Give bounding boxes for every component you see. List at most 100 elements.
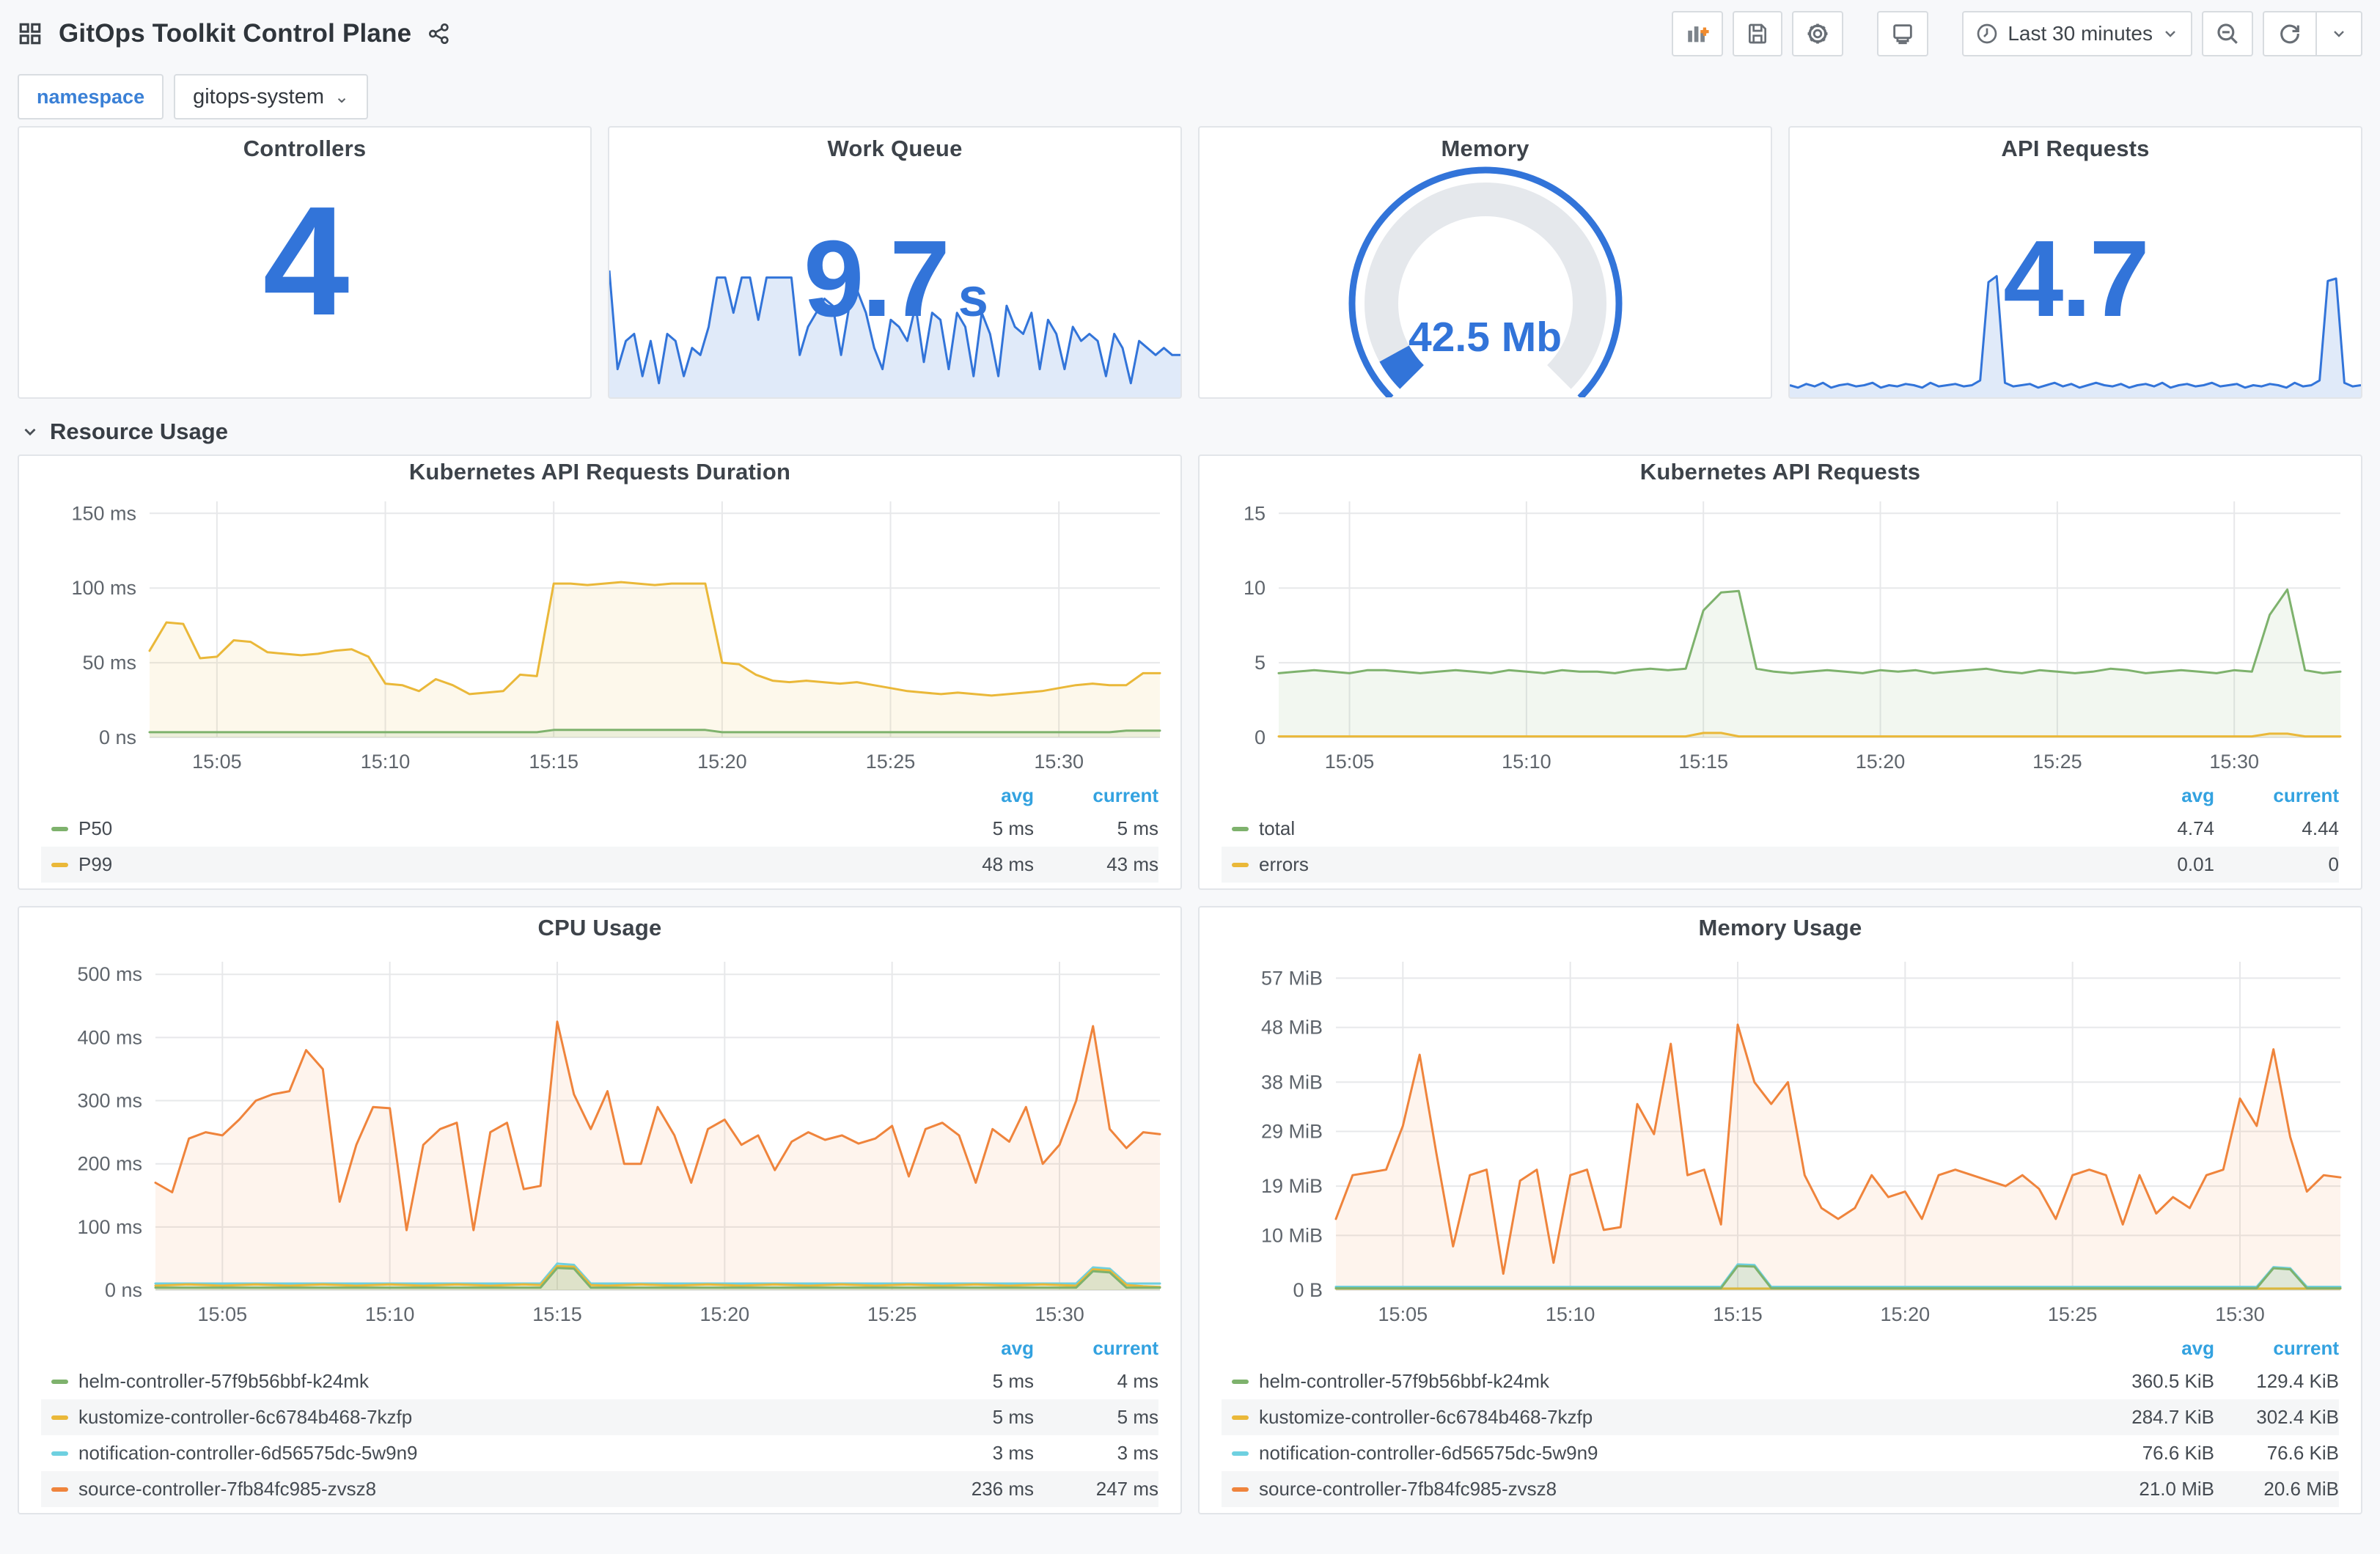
legend-col-current[interactable]: current: [1034, 1337, 1158, 1360]
svg-text:15:10: 15:10: [1546, 1303, 1595, 1325]
legend-header: avg current: [1222, 1333, 2339, 1363]
refresh-interval-dropdown[interactable]: [2315, 12, 2361, 55]
series-avg-value: 76.6 KiB: [2142, 1442, 2214, 1464]
namespace-variable-label: namespace: [18, 74, 164, 119]
series-color-dash: [51, 826, 68, 831]
series-color-dash: [1232, 1451, 1249, 1456]
svg-text:5: 5: [1255, 652, 1266, 674]
series-name[interactable]: P99: [78, 853, 112, 876]
dashboard-header: GitOps Toolkit Control Plane Last 30 min…: [0, 0, 2380, 67]
k8s-api-requests-duration-plot[interactable]: 15:05 15:10 15:15 15:20 15:25 15:30 0 ns 50 ms 1…: [19, 488, 1180, 778]
series-name[interactable]: source-controller-7fb84fc985-zvsz8: [78, 1478, 376, 1500]
svg-text:15:05: 15:05: [1325, 751, 1375, 773]
svg-text:15:05: 15:05: [198, 1303, 248, 1325]
k8s-api-requests-plot[interactable]: 15:05 15:10 15:15 15:20 15:25 15:30 0 5 10 15: [1200, 488, 2361, 778]
svg-text:15: 15: [1244, 502, 1266, 524]
svg-text:15:05: 15:05: [192, 751, 242, 773]
panel-title[interactable]: Kubernetes API Requests Duration: [19, 456, 1180, 488]
svg-text:100 ms: 100 ms: [71, 577, 136, 599]
chevron-down-icon: [2162, 25, 2179, 43]
svg-text:29 MiB: 29 MiB: [1261, 1120, 1323, 1142]
time-range-picker[interactable]: Last 30 minutes: [1962, 11, 2192, 56]
svg-text:15:20: 15:20: [1856, 751, 1906, 773]
series-avg-value: 48 ms: [982, 853, 1034, 875]
legend-row: helm-controller-57f9b56bbf-k24mk 360.5 Ki…: [1222, 1363, 2339, 1399]
series-avg-value: 284.7 KiB: [2131, 1406, 2214, 1428]
legend-row: kustomize-controller-6c6784b468-7kzfp 5 m…: [41, 1399, 1158, 1435]
series-current-value: 5 ms: [1117, 1406, 1158, 1428]
series-name[interactable]: P50: [78, 817, 112, 840]
svg-text:15:10: 15:10: [1502, 751, 1551, 773]
panel-title[interactable]: Controllers: [19, 128, 590, 170]
series-name[interactable]: kustomize-controller-6c6784b468-7kzfp: [78, 1406, 412, 1429]
clock-icon: [1975, 22, 1999, 45]
save-dashboard-button[interactable]: [1733, 11, 1783, 56]
svg-text:15:10: 15:10: [365, 1303, 415, 1325]
svg-text:15:25: 15:25: [867, 1303, 917, 1325]
cycle-view-mode-button[interactable]: [1877, 11, 1929, 56]
row-resource-usage[interactable]: Resource Usage: [0, 409, 2380, 454]
share-icon[interactable]: [427, 22, 451, 45]
legend-col-current[interactable]: current: [2214, 1337, 2339, 1360]
work-queue-value: 9.7 s: [804, 218, 988, 339]
add-panel-button[interactable]: [1672, 11, 1724, 56]
legend-col-avg[interactable]: avg: [909, 1337, 1034, 1360]
section-title: Resource Usage: [50, 419, 228, 444]
svg-text:15:25: 15:25: [2048, 1303, 2098, 1325]
series-name[interactable]: errors: [1259, 853, 1309, 876]
chevron-down-icon: [21, 422, 40, 441]
series-color-dash: [51, 862, 68, 867]
chart-legend: avg current total 4.74 4.44 errors 0.01 0: [1222, 780, 2339, 883]
svg-text:15:15: 15:15: [1678, 751, 1728, 773]
series-avg-value: 5 ms: [992, 1370, 1034, 1392]
series-color-dash: [1232, 826, 1249, 831]
dashboard-title[interactable]: GitOps Toolkit Control Plane: [59, 19, 411, 48]
legend-col-avg[interactable]: avg: [909, 784, 1034, 807]
series-avg-value: 360.5 KiB: [2131, 1370, 2214, 1392]
svg-text:100 ms: 100 ms: [77, 1216, 142, 1238]
memory-usage-plot[interactable]: 15:05 15:10 15:15 15:20 15:25 15:30 0 B 10 MiB 1…: [1200, 949, 2361, 1331]
legend-row: P99 48 ms 43 ms: [41, 847, 1158, 883]
time-range-label: Last 30 minutes: [2008, 22, 2153, 45]
svg-text:15:25: 15:25: [866, 751, 916, 773]
svg-text:15:15: 15:15: [529, 751, 579, 773]
legend-col-avg[interactable]: avg: [2090, 1337, 2214, 1360]
series-color-dash: [1232, 1487, 1249, 1492]
refresh-button-group: [2263, 11, 2362, 56]
series-current-value: 302.4 KiB: [2256, 1406, 2339, 1428]
panel-title[interactable]: Kubernetes API Requests: [1200, 456, 2361, 488]
namespace-variable-select[interactable]: gitops-system ⌄: [174, 74, 369, 119]
panel-title[interactable]: API Requests: [1790, 128, 2361, 170]
panel-title[interactable]: CPU Usage: [19, 907, 1180, 949]
series-name[interactable]: total: [1259, 817, 1295, 840]
svg-text:0 B: 0 B: [1293, 1279, 1323, 1301]
dashboard-settings-button[interactable]: [1792, 11, 1844, 56]
series-name[interactable]: notification-controller-6d56575dc-5w9n9: [1259, 1442, 1598, 1465]
panel-memory-usage: Memory Usage 15:05 15:10 15:15 15:20 15:25 15…: [1198, 906, 2362, 1514]
series-name[interactable]: source-controller-7fb84fc985-zvsz8: [1259, 1478, 1557, 1500]
series-name[interactable]: kustomize-controller-6c6784b468-7kzfp: [1259, 1406, 1593, 1429]
refresh-dashboard-button[interactable]: [2264, 12, 2315, 55]
series-avg-value: 236 ms: [971, 1478, 1034, 1500]
panel-title[interactable]: Work Queue: [609, 128, 1180, 170]
panel-title[interactable]: Memory Usage: [1200, 907, 2361, 949]
legend-row: source-controller-7fb84fc985-zvsz8 21.0 M…: [1222, 1471, 2339, 1507]
cpu-usage-plot[interactable]: 15:05 15:10 15:15 15:20 15:25 15:30 0 ns 100 ms…: [19, 949, 1180, 1331]
legend-col-avg[interactable]: avg: [2090, 784, 2214, 807]
svg-text:15:30: 15:30: [2215, 1303, 2265, 1325]
series-name[interactable]: helm-controller-57f9b56bbf-k24mk: [1259, 1370, 1549, 1393]
zoom-out-time-button[interactable]: [2202, 11, 2253, 56]
series-name[interactable]: notification-controller-6d56575dc-5w9n9: [78, 1442, 418, 1465]
series-avg-value: 0.01: [2177, 853, 2214, 875]
legend-col-current[interactable]: current: [1034, 784, 1158, 807]
series-current-value: 3 ms: [1117, 1442, 1158, 1464]
svg-text:15:10: 15:10: [361, 751, 411, 773]
series-name[interactable]: helm-controller-57f9b56bbf-k24mk: [78, 1370, 369, 1393]
svg-text:15:20: 15:20: [1881, 1303, 1931, 1325]
panel-memory: Memory 42.5 Mb: [1198, 126, 1772, 399]
apps-grid-icon[interactable]: [18, 21, 43, 46]
legend-col-current[interactable]: current: [2214, 784, 2339, 807]
svg-text:0 ns: 0 ns: [99, 726, 136, 748]
svg-text:57 MiB: 57 MiB: [1261, 967, 1323, 989]
svg-text:50 ms: 50 ms: [82, 652, 136, 674]
